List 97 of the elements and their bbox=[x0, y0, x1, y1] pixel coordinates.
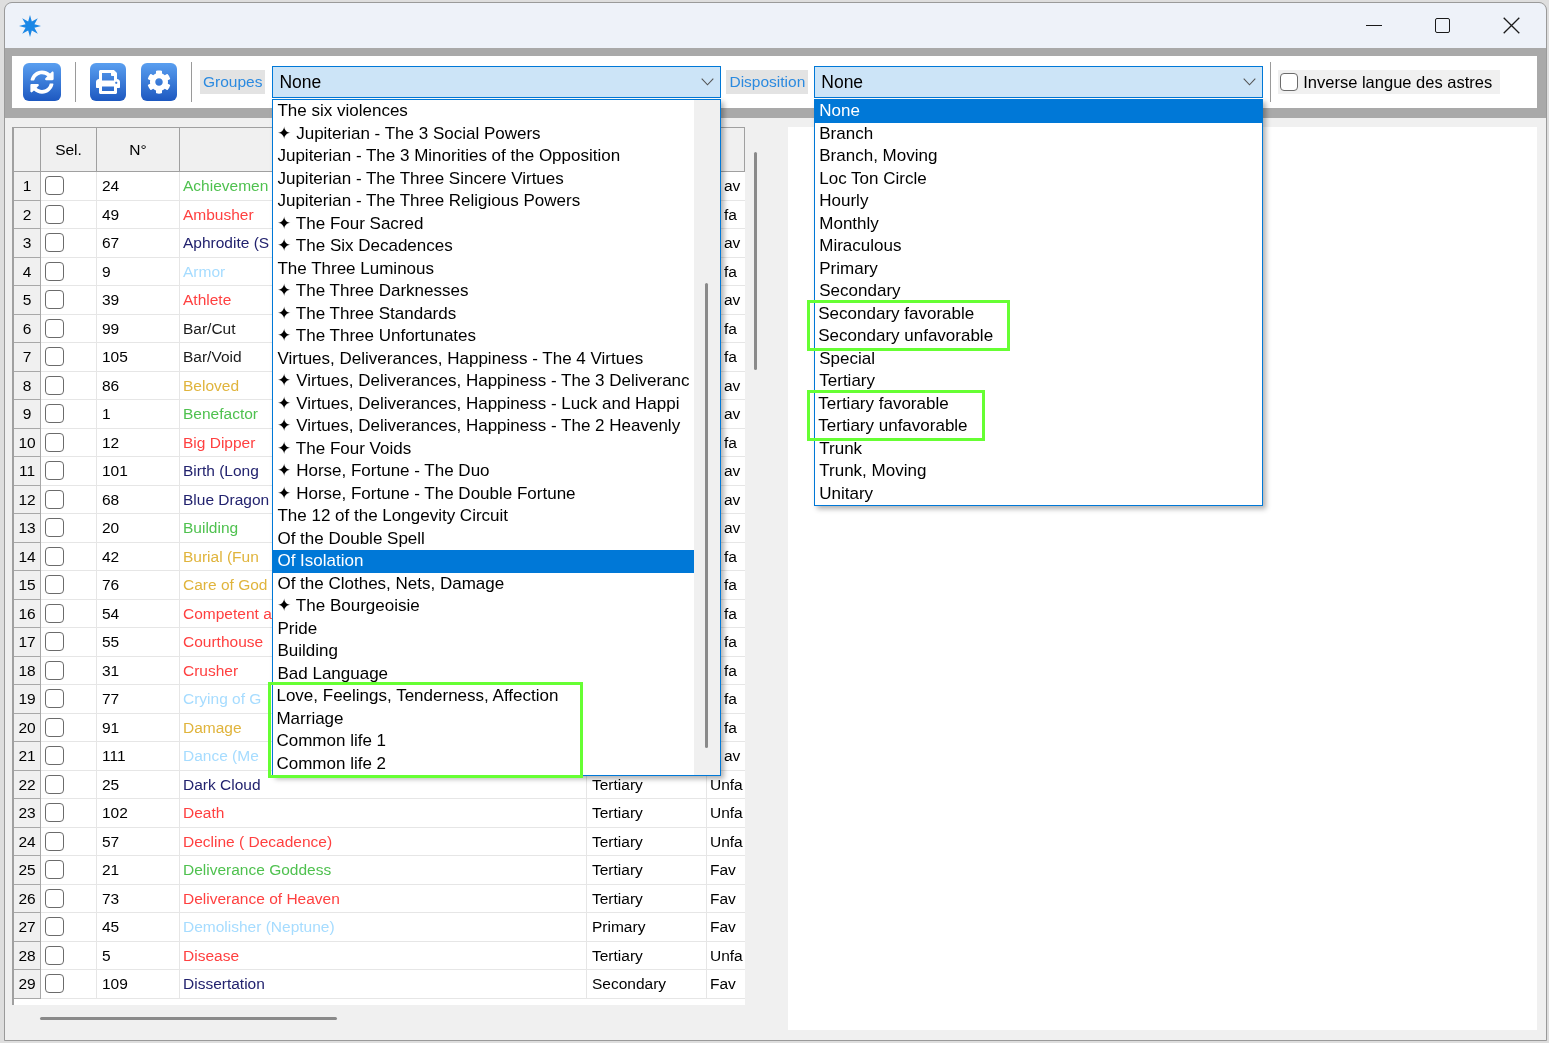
type-text: Primary bbox=[592, 917, 646, 938]
status-text: fa bbox=[724, 717, 737, 738]
status-text: Unfa bbox=[710, 945, 743, 966]
status-text: fa bbox=[724, 632, 737, 653]
number-text: 102 bbox=[102, 803, 128, 824]
status-text: av bbox=[724, 375, 741, 396]
type-text: Tertiary bbox=[592, 831, 643, 852]
number-text: 73 bbox=[102, 888, 120, 909]
number-text: 67 bbox=[102, 233, 120, 254]
number-text: 105 bbox=[102, 347, 128, 368]
type-text: Tertiary bbox=[592, 888, 643, 909]
name-text: Bar/Void bbox=[183, 347, 242, 368]
name-text: Bar/Cut bbox=[183, 318, 236, 339]
name-text: Death bbox=[183, 803, 225, 824]
number-text: 42 bbox=[102, 546, 120, 567]
number-text: 76 bbox=[102, 575, 120, 596]
number-text: 39 bbox=[102, 290, 120, 311]
status-text: fa bbox=[724, 204, 737, 225]
status-text: Unfa bbox=[710, 803, 743, 824]
name-text: Deliverance Goddess bbox=[183, 860, 332, 881]
number-text: 109 bbox=[102, 974, 128, 995]
name-text: Ambusher bbox=[183, 204, 254, 225]
number-text: 99 bbox=[102, 318, 120, 339]
type-text: Tertiary bbox=[592, 860, 643, 881]
status-text: av bbox=[724, 746, 741, 767]
name-text: Demolisher (Neptune) bbox=[183, 917, 335, 938]
number-text: 25 bbox=[102, 774, 120, 795]
status-text: av bbox=[724, 404, 741, 425]
status-text: Fav bbox=[710, 860, 736, 881]
name-text: Care of God bbox=[183, 575, 268, 596]
number-text: 54 bbox=[102, 603, 120, 624]
status-text: fa bbox=[724, 432, 737, 453]
name-text: Dissertation bbox=[183, 974, 265, 995]
number-text: 77 bbox=[102, 689, 120, 710]
name-text: Athlete bbox=[183, 290, 232, 311]
number-text: 86 bbox=[102, 375, 120, 396]
name-text: Dance (Me bbox=[183, 746, 259, 767]
type-text: Secondary bbox=[592, 974, 667, 995]
type-text: Tertiary bbox=[592, 803, 643, 824]
number-text: 55 bbox=[102, 632, 120, 653]
name-text: Deliverance of Heaven bbox=[183, 888, 340, 909]
number-text: 1 bbox=[102, 404, 111, 425]
name-text: Beloved bbox=[183, 375, 239, 396]
name-text: Armor bbox=[183, 261, 226, 282]
number-text: 91 bbox=[102, 717, 120, 738]
type-text: Tertiary bbox=[592, 774, 643, 795]
number-text: 68 bbox=[102, 489, 120, 510]
number-text: 57 bbox=[102, 831, 120, 852]
dropdown-label: Disposition bbox=[726, 70, 809, 94]
name-text: Dark Cloud bbox=[183, 774, 261, 795]
status-text: av bbox=[724, 233, 741, 254]
number-text: 12 bbox=[102, 432, 120, 453]
name-text: Decline ( Decadence) bbox=[183, 831, 333, 852]
name-text: Crusher bbox=[183, 660, 239, 681]
number-text: 21 bbox=[102, 860, 120, 881]
number-text: 24 bbox=[102, 176, 120, 197]
number-text: 5 bbox=[102, 945, 111, 966]
name-text: Aphrodite (S bbox=[183, 233, 270, 254]
status-text: fa bbox=[724, 347, 737, 368]
dropdown-label: Groupes bbox=[200, 70, 266, 94]
status-text: fa bbox=[724, 689, 737, 710]
name-text: Achievemen bbox=[183, 176, 269, 197]
number-text: 9 bbox=[102, 261, 111, 282]
name-text: Blue Dragon bbox=[183, 489, 270, 510]
name-text: Crying of G bbox=[183, 689, 262, 710]
name-text: Competent a bbox=[183, 603, 272, 624]
status-text: av bbox=[724, 290, 741, 311]
name-text: Benefactor bbox=[183, 404, 258, 425]
number-text: 45 bbox=[102, 917, 120, 938]
status-text: av bbox=[724, 461, 741, 482]
name-text: Courthouse bbox=[183, 632, 264, 653]
name-text: Big Dipper bbox=[183, 432, 256, 453]
name-text: Damage bbox=[183, 717, 242, 738]
number-text: 101 bbox=[102, 461, 128, 482]
name-text: Burial (Fun bbox=[183, 546, 259, 567]
name-text: Disease bbox=[183, 945, 239, 966]
status-text: fa bbox=[724, 575, 737, 596]
name-text: Building bbox=[183, 518, 239, 539]
number-text: 20 bbox=[102, 518, 120, 539]
status-text: fa bbox=[724, 546, 737, 567]
number-text: 31 bbox=[102, 660, 120, 681]
status-text: fa bbox=[724, 318, 737, 339]
status-text: av bbox=[724, 518, 741, 539]
status-text: av bbox=[724, 176, 741, 197]
status-text: Fav bbox=[710, 974, 736, 995]
status-text: Fav bbox=[710, 917, 736, 938]
status-text: fa bbox=[724, 660, 737, 681]
status-text: fa bbox=[724, 603, 737, 624]
status-text: Fav bbox=[710, 888, 736, 909]
name-text: Birth (Long bbox=[183, 461, 259, 482]
status-text: av bbox=[724, 489, 741, 510]
number-text: 49 bbox=[102, 204, 120, 225]
type-text: Tertiary bbox=[592, 945, 643, 966]
status-text: Unfa bbox=[710, 774, 743, 795]
status-text: fa bbox=[724, 261, 737, 282]
number-text: 111 bbox=[102, 746, 126, 767]
status-text: Unfa bbox=[710, 831, 743, 852]
